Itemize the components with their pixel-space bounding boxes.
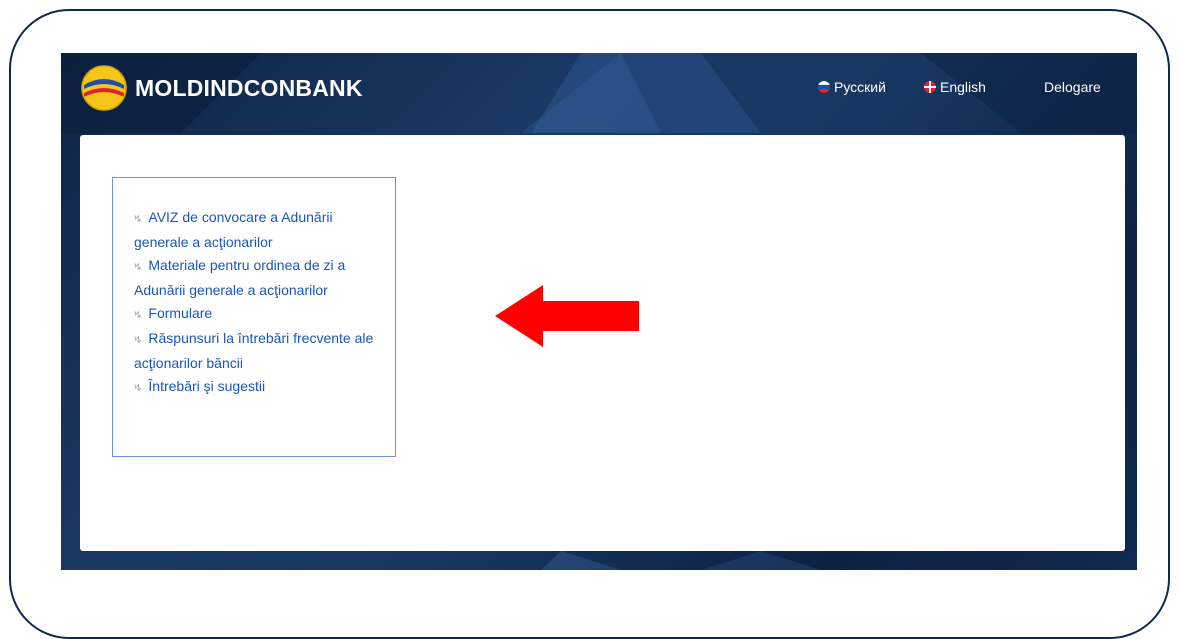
brand-name: MOLDINDCONBANK: [135, 74, 363, 101]
link-bullet-icon: ↯: [132, 381, 145, 396]
language-english-label: English: [940, 79, 986, 95]
link-bullet-icon: ↯: [132, 333, 145, 348]
flag-ru-icon: [818, 81, 830, 93]
menu-item-materiale[interactable]: ↯ Materiale pentru ordinea de zi a Adunăr…: [132, 254, 377, 302]
link-bullet-icon: ↯: [132, 308, 145, 323]
language-russian-label: Русский: [834, 79, 886, 95]
menu-item-intrebari[interactable]: ↯ Întrebări şi sugestii: [132, 375, 377, 400]
logout-link[interactable]: Delogare: [1044, 79, 1101, 95]
site-header: MOLDINDCONBANK Русский English Delogare: [61, 53, 1137, 133]
bank-portal-screen: MOLDINDCONBANK Русский English Delogare …: [61, 53, 1137, 570]
red-arrow-icon: [495, 285, 639, 347]
menu-link-label[interactable]: AVIZ de convocare a Adunării generale a …: [134, 209, 333, 250]
language-russian-link[interactable]: Русский: [818, 79, 886, 95]
link-bullet-icon: ↯: [132, 212, 145, 227]
brand-logo[interactable]: MOLDINDCONBANK: [81, 65, 363, 111]
menu-item-aviz[interactable]: ↯ AVIZ de convocare a Adunării generale a…: [132, 206, 377, 254]
menu-link-label[interactable]: Formulare: [148, 305, 212, 321]
language-english-link[interactable]: English: [924, 79, 986, 95]
menu-item-raspunsuri[interactable]: ↯ Răspunsuri la întrebări frecvente ale a…: [132, 327, 377, 375]
content-panel: ↯ AVIZ de convocare a Adunării generale a…: [80, 135, 1125, 551]
menu-item-formulare[interactable]: ↯ Formulare: [132, 302, 377, 327]
flag-uk-icon: [924, 81, 936, 93]
shareholder-menu: ↯ AVIZ de convocare a Adunării generale a…: [112, 177, 396, 457]
menu-link-label[interactable]: Întrebări şi sugestii: [148, 378, 265, 394]
moldindconbank-logo-icon: [81, 65, 127, 111]
menu-link-label[interactable]: Materiale pentru ordinea de zi a Adunări…: [134, 257, 345, 298]
link-bullet-icon: ↯: [132, 260, 145, 275]
menu-link-label[interactable]: Răspunsuri la întrebări frecvente ale ac…: [134, 330, 373, 371]
